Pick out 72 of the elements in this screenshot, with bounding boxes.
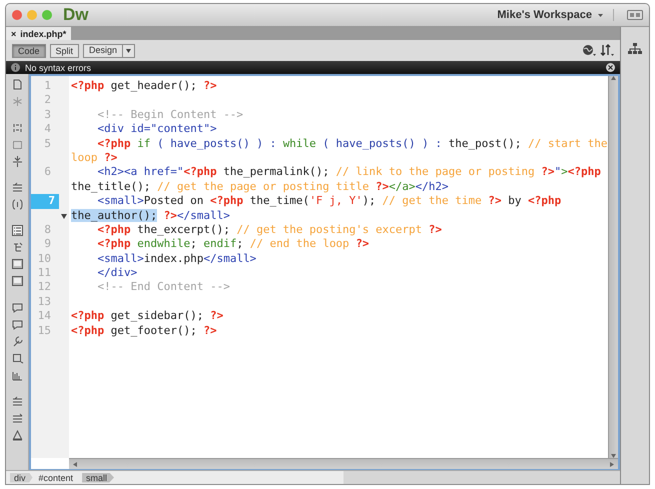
fold-triangle-icon[interactable] [61,212,67,219]
code-line: <?php get_sidebar(); ?> [70,309,224,324]
line-number: 14 [36,309,52,324]
code-line: loop ?> [70,150,118,166]
scroll-left-icon[interactable] [73,462,77,466]
line-number: 13 [36,294,52,310]
monitor-icon[interactable] [10,258,24,271]
code-line: <?php endwhile; endif; // end the loop ?> [96,237,370,252]
design-dropdown[interactable]: Design [83,44,136,58]
scroll-right-icon[interactable] [610,462,614,466]
code-line: <?php if ( have_posts() ) : while ( have_posts() ) : the_post(); // start the [96,136,608,151]
tag-selector-item[interactable]: #content [34,472,80,482]
code-line: the_title(); // get the page or posting title ?></a></h2> [70,180,449,194]
tag-selector-item[interactable]: div [10,472,33,482]
line-number: 5 [43,136,52,151]
code-line: <small>index.php</small> [96,252,256,266]
window-layout-icon[interactable] [627,10,643,20]
line-number: 2 [43,93,52,108]
select-icon[interactable] [10,138,24,151]
line-number: 11 [36,266,52,280]
code-line: <?php get_header(); ?> [70,79,217,94]
code-line: <!-- Begin Content --> [96,108,244,122]
expand-icon[interactable] [10,121,24,134]
comment-icon[interactable] [10,318,24,331]
line-number: 12 [36,280,52,295]
line-number: 3 [43,108,52,122]
line-number: 7 [31,194,59,209]
brackets-icon[interactable] [10,198,24,211]
close-button[interactable] [12,10,22,20]
vertical-scrollbar[interactable] [608,76,618,458]
horizontal-scrollbar[interactable] [69,458,618,469]
tab-title: index.php* [20,28,66,38]
code-line: <small>Posted on <?php the_time('F j, Y'); // get the time ?> by <?php [96,194,562,209]
line-number: 1 [43,79,52,94]
tab-close-icon[interactable]: × [11,28,16,38]
line-number: 4 [43,122,52,137]
view-button[interactable]: Split [50,44,80,58]
list-icon[interactable] [10,224,24,237]
outdent-icon[interactable] [10,412,24,425]
globe-icon[interactable] [582,44,596,57]
info-icon [11,63,20,72]
indent-icon[interactable] [10,181,24,194]
tag-selector-item[interactable]: small [82,472,114,482]
document-tab[interactable]: × index.php* [6,27,72,40]
code-line: <div id="content"> [96,122,217,137]
comment-icon[interactable] [10,301,24,314]
scroll-up-icon[interactable] [611,76,616,80]
document-icon[interactable] [10,78,24,91]
view-button[interactable]: Code [12,44,46,58]
monitor-icon[interactable] [10,275,24,288]
sitemap-icon[interactable] [628,43,642,55]
caret-icon [598,14,603,16]
code-line: <?php the_excerpt(); // get the posting's excerpt ?> [96,222,442,238]
close-icon[interactable] [606,63,615,72]
collapse-icon[interactable] [10,155,24,168]
code-line: <h2><a href="<?php the_permalink(); // link to the page or posting ?>"><?php [96,165,601,180]
indent-icon[interactable] [10,395,24,408]
code-line: <!-- End Content --> [96,280,230,295]
line-number: 10 [36,252,52,266]
line-number: 15 [36,324,52,338]
sort-arrows-icon[interactable] [600,44,614,57]
line-number: 6 [43,165,52,180]
line-number: 9 [43,237,52,252]
workspace-menu[interactable]: Mike's Workspace [497,9,614,21]
code-line: </div> [96,266,138,280]
app-logo: Dw [63,5,88,25]
syntax-message: No syntax errors [25,62,92,72]
code-line: the_author(); ?></small> [70,208,230,223]
chart-icon[interactable] [10,369,24,382]
workspace-label: Mike's Workspace [497,9,592,21]
line-number: 8 [43,222,52,238]
code-line: <?php get_footer(); ?> [70,324,217,338]
